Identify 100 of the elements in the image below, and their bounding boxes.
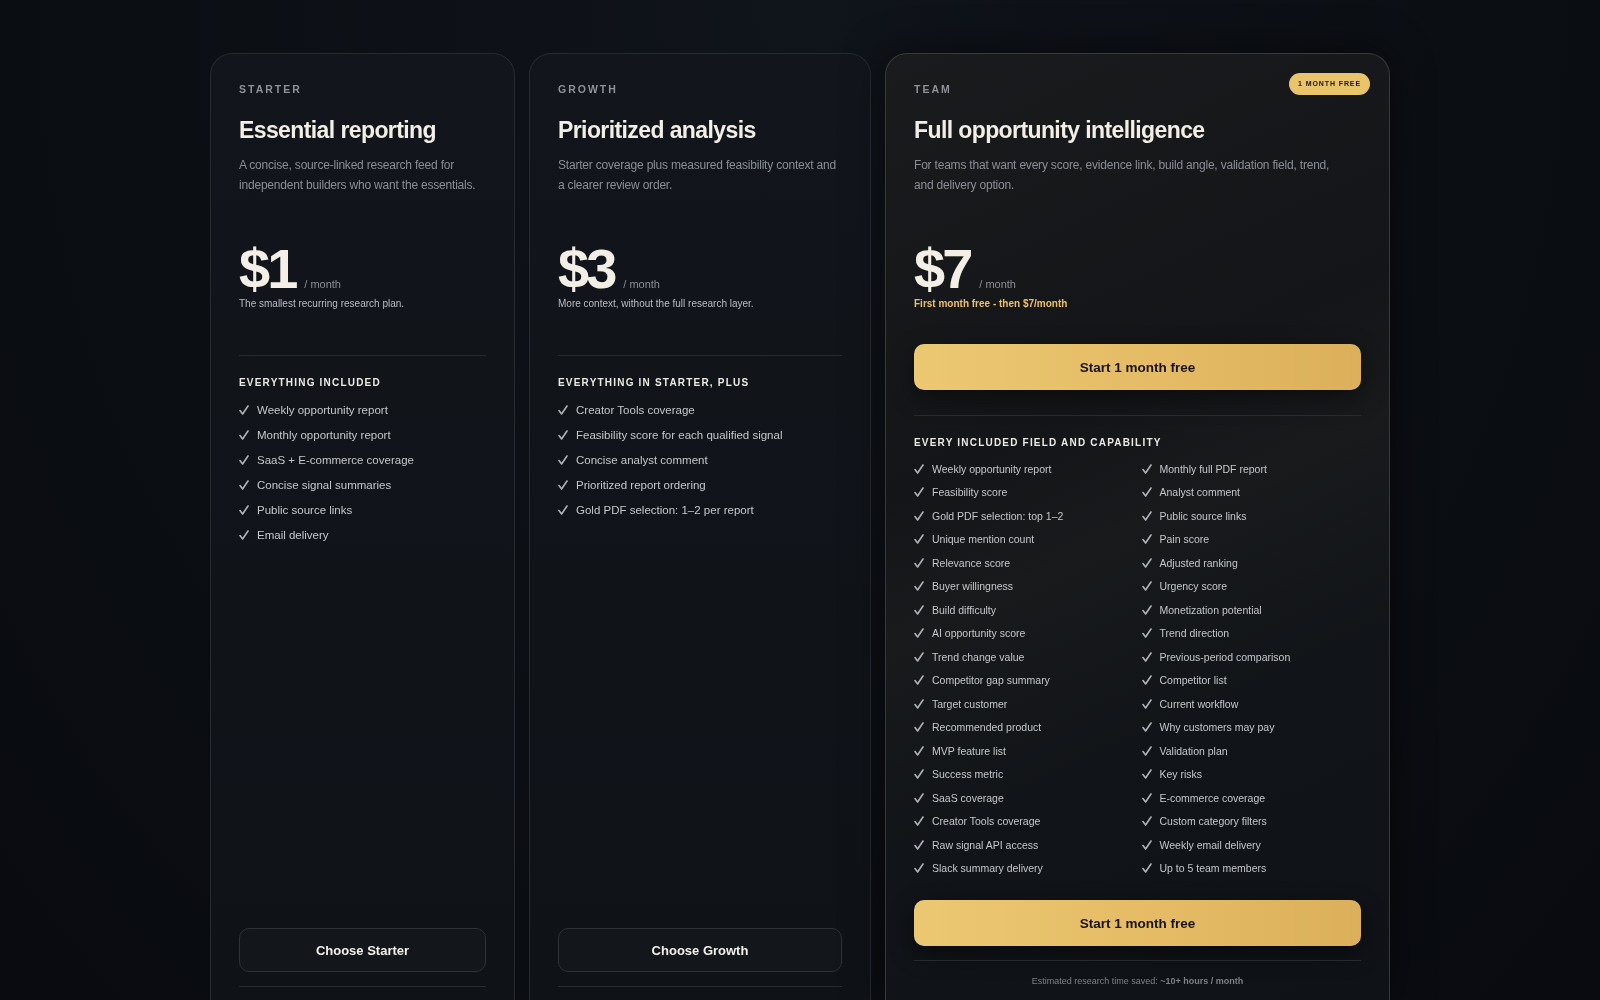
check-icon [558, 429, 568, 440]
check-icon [1141, 769, 1152, 780]
feature-text: Gold PDF selection: 1–2 per report [576, 503, 754, 516]
check-icon [239, 404, 249, 415]
feature-text: Concise signal summaries [257, 478, 392, 491]
price-period: / month [304, 278, 341, 290]
check-icon [239, 479, 249, 490]
feature-text: Email delivery [257, 528, 329, 541]
feature-text: Feasibility score [932, 486, 1008, 499]
feature-text: Relevance score [932, 556, 1011, 569]
check-icon [1141, 863, 1152, 874]
check-icon [558, 504, 568, 515]
check-icon [914, 534, 924, 545]
feature-text: Creator Tools coverage [932, 815, 1041, 828]
feature-text: Buyer willingness [932, 580, 1014, 593]
price-note: More context, without the full research layer. [558, 297, 754, 311]
check-icon [914, 675, 924, 686]
feature-text: Validation plan [1159, 744, 1228, 757]
check-icon [914, 745, 924, 756]
check-icon [1141, 463, 1152, 474]
check-icon [914, 487, 924, 498]
check-icon [1141, 675, 1152, 686]
plan-tier-label: STARTER [239, 82, 302, 96]
check-icon [914, 722, 924, 733]
check-icon [239, 529, 249, 540]
check-icon [1141, 628, 1152, 639]
check-icon [914, 651, 924, 662]
feature-text: Target customer [932, 697, 1008, 710]
plan-title: Essential reporting [239, 116, 436, 145]
feature-text: Key risks [1159, 768, 1203, 781]
plan-tier-label: TEAM [914, 82, 952, 96]
feature-text: SaaS + E-commerce coverage [257, 453, 414, 466]
plan-description: A concise, source-linked research feed for independent builders who want the essentials. [239, 157, 477, 194]
check-icon [914, 698, 924, 709]
feature-text: Why customers may pay [1159, 721, 1275, 734]
check-icon [914, 581, 924, 592]
feature-text: Gold PDF selection: top 1–2 [932, 509, 1064, 522]
check-icon [914, 463, 924, 474]
time-saved-note: Estimated research time saved: ~10+ hours / month [1030, 975, 1245, 987]
plan-tier-label: GROWTH [558, 82, 618, 96]
price-note: First month free - then $7/month [914, 297, 1068, 311]
features-heading: EVERYTHING IN STARTER, PLUS [558, 376, 750, 390]
check-icon [558, 454, 568, 465]
feature-text: AI opportunity score [932, 627, 1026, 640]
features-heading: EVERYTHING INCLUDED [239, 376, 381, 390]
feature-text: Public source links [257, 503, 353, 516]
feature-text: Raw signal API access [932, 838, 1039, 851]
feature-text: E-commerce coverage [1159, 791, 1266, 804]
feature-text: Pain score [1159, 533, 1210, 546]
feature-text: Monthly opportunity report [257, 428, 391, 441]
check-icon [914, 839, 924, 850]
feature-text: Build difficulty [932, 603, 996, 616]
check-icon [1141, 698, 1152, 709]
price-period: / month [979, 278, 1016, 290]
feature-text: Monetization potential [1159, 603, 1262, 616]
check-icon [914, 510, 924, 521]
check-icon [1141, 534, 1152, 545]
check-icon [239, 504, 249, 515]
check-icon [1141, 487, 1152, 498]
plan-description: For teams that want every score, evidence link, build angle, validation field, trend, and delivery option. [914, 157, 1331, 194]
plan-button[interactable]: Start 1 month free [914, 900, 1361, 946]
price-period: / month [623, 278, 660, 290]
plan-button[interactable]: Choose Starter [239, 928, 486, 972]
feature-text: Unique mention count [932, 533, 1035, 546]
feature-text: Adjusted ranking [1159, 556, 1238, 569]
feature-text: Custom category filters [1159, 815, 1267, 828]
plan-button[interactable]: Choose Growth [558, 928, 842, 972]
feature-text: Creator Tools coverage [576, 403, 695, 416]
price-note: The smallest recurring research plan. [239, 297, 405, 311]
plan-button[interactable]: Start 1 month free [914, 344, 1361, 390]
check-icon [558, 479, 568, 490]
feature-text: Weekly opportunity report [932, 462, 1052, 475]
feature-text: Previous-period comparison [1159, 650, 1291, 663]
plan-title: Full opportunity intelligence [914, 116, 1205, 145]
feature-text: Weekly email delivery [1159, 838, 1261, 851]
check-icon [1141, 792, 1152, 803]
check-icon [1141, 745, 1152, 756]
check-icon [558, 404, 568, 415]
check-icon [914, 769, 924, 780]
feature-text: Prioritized report ordering [576, 478, 706, 491]
features-heading: EVERY INCLUDED FIELD AND CAPABILITY [914, 436, 1162, 450]
check-icon [1141, 604, 1152, 615]
price-amount: $7 [914, 241, 971, 297]
check-icon [914, 863, 924, 874]
check-icon [1141, 839, 1152, 850]
feature-text: Success metric [932, 768, 1004, 781]
check-icon [1141, 651, 1152, 662]
plan-title: Prioritized analysis [558, 116, 756, 145]
check-icon [914, 816, 924, 827]
plan-description: Starter coverage plus measured feasibility context and a clearer review order. [558, 157, 838, 194]
check-icon [914, 792, 924, 803]
feature-text: Trend change value [932, 650, 1025, 663]
feature-text: Weekly opportunity report [257, 403, 388, 416]
price-amount: $1 [239, 241, 296, 297]
feature-text: Competitor gap summary [932, 674, 1050, 687]
price-amount: $3 [558, 241, 615, 297]
feature-text: SaaS coverage [932, 791, 1004, 804]
check-icon [239, 429, 249, 440]
feature-text: Recommended product [932, 721, 1042, 734]
feature-text: Urgency score [1159, 580, 1228, 593]
